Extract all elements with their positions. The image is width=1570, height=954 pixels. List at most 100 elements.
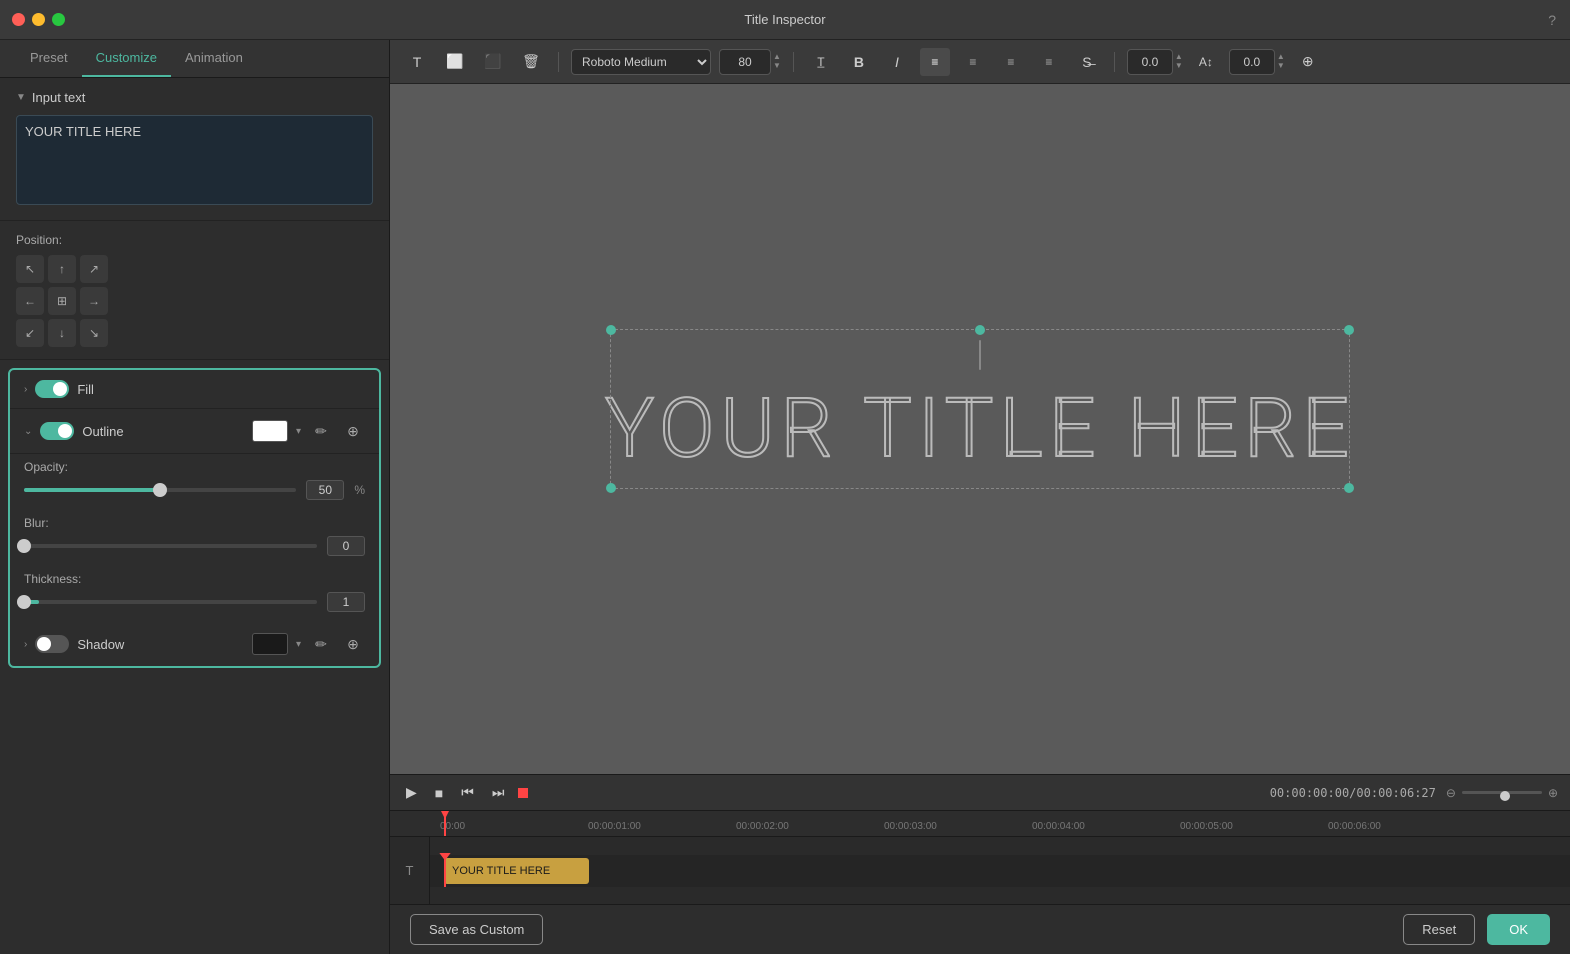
minimize-button[interactable] <box>32 13 45 26</box>
shadow-add-icon[interactable]: ⊕ <box>341 632 365 656</box>
bottom-right-buttons: Reset OK <box>1403 914 1550 945</box>
tab-customize[interactable]: Customize <box>82 40 171 77</box>
handle-top-center[interactable] <box>975 325 985 335</box>
outline-chevron[interactable]: ⌄ <box>24 426 32 437</box>
align-center-button[interactable]: ≡ <box>958 48 988 76</box>
main-layout: Preset Customize Animation ▼ Input text … <box>0 40 1570 954</box>
zoom-in-icon[interactable]: ⊕ <box>1548 786 1558 800</box>
position-section: Position: ↖ ↑ ↗ ← ⊞ → ↙ ↓ ↘ <box>0 221 389 360</box>
maximize-button[interactable] <box>52 13 65 26</box>
align-justify-button[interactable]: ≡ <box>1034 48 1064 76</box>
save-as-custom-button[interactable]: Save as Custom <box>410 914 543 945</box>
fill-chevron[interactable]: › <box>24 384 27 395</box>
toolbar: T ⬜ ⬛ 🗑 Roboto Medium Roboto Light Robot… <box>390 40 1570 84</box>
timeline-ruler: 00:00 00:00:01:00 00:00:02:00 00:00:03:0… <box>390 811 1570 837</box>
style-section: › Fill ⌄ Outline ▾ ✏ ⊕ Opacity: <box>8 368 381 668</box>
align-right-button[interactable]: ≡ <box>996 48 1026 76</box>
pos-top-center[interactable]: ↑ <box>48 255 76 283</box>
close-button[interactable] <box>12 13 25 26</box>
pos-bottom-center[interactable]: ↓ <box>48 319 76 347</box>
canvas-title-text[interactable]: YOUR TITLE HERE <box>605 381 1355 477</box>
text-tool-button[interactable]: T <box>402 48 432 76</box>
pos-middle-left[interactable]: ← <box>16 287 44 315</box>
window-controls <box>12 13 65 26</box>
strikethrough-button[interactable]: S̶ <box>1072 48 1102 76</box>
bold-button[interactable]: B <box>844 48 874 76</box>
text-style-button[interactable]: T̲ <box>806 48 836 76</box>
delete-tool-button[interactable]: 🗑 <box>516 48 546 76</box>
title-text-input[interactable]: YOUR TITLE HERE <box>16 115 373 205</box>
fill-toggle[interactable] <box>35 380 69 398</box>
blur-value-input[interactable] <box>327 536 365 556</box>
timeline: ▶ ■ ⏮ ⏭ 00:00:00:00/00:00:06:27 ⊖ ⊕ <box>390 774 1570 904</box>
italic-button[interactable]: I <box>882 48 912 76</box>
outline-color-swatch[interactable] <box>252 420 288 442</box>
shadow-color-dropdown[interactable]: ▾ <box>296 639 301 650</box>
handle-top-left[interactable] <box>606 325 616 335</box>
thickness-control <box>24 592 365 612</box>
opacity-unit: % <box>354 483 365 497</box>
rect-tool-button[interactable]: ⬜ <box>440 48 470 76</box>
position-label: Position: <box>16 233 373 247</box>
shadow-toggle[interactable] <box>35 635 69 653</box>
zoom-out-icon[interactable]: ⊖ <box>1446 786 1456 800</box>
tab-animation[interactable]: Animation <box>171 40 257 77</box>
pos-middle-center[interactable]: ⊞ <box>48 287 76 315</box>
crop-tool-button[interactable]: ⬛ <box>478 48 508 76</box>
reset-button[interactable]: Reset <box>1403 914 1475 945</box>
pos-middle-right[interactable]: → <box>80 287 108 315</box>
outline-add-icon[interactable]: ⊕ <box>341 419 365 443</box>
handle-bottom-right[interactable] <box>1344 483 1354 493</box>
outline-color-dropdown[interactable]: ▾ <box>296 426 301 437</box>
more-options-button[interactable]: ⊕ <box>1293 48 1323 76</box>
input-text-section: ▼ Input text YOUR TITLE HERE <box>0 78 389 221</box>
shadow-eyedropper-icon[interactable]: ✏ <box>309 632 333 656</box>
shadow-chevron[interactable]: › <box>24 639 27 650</box>
play-button[interactable]: ▶ <box>402 780 421 805</box>
ok-button[interactable]: OK <box>1487 914 1550 945</box>
outline-toggle[interactable] <box>40 422 74 440</box>
blur-row: Blur: <box>10 510 379 566</box>
handle-top-right[interactable] <box>1344 325 1354 335</box>
leading-stepper[interactable]: ▲ ▼ <box>1277 53 1285 70</box>
ruler-mark-0: 00:00 <box>440 821 588 832</box>
handle-bottom-left[interactable] <box>606 483 616 493</box>
blur-control <box>24 536 365 556</box>
tracking-input[interactable] <box>1127 49 1173 75</box>
shadow-color-swatch[interactable] <box>252 633 288 655</box>
outline-row: ⌄ Outline ▾ ✏ ⊕ <box>10 409 379 454</box>
track-lane: YOUR TITLE HERE <box>430 855 1570 887</box>
prev-frame-button[interactable]: ⏮ <box>457 780 478 805</box>
thickness-track[interactable] <box>24 600 317 604</box>
blur-track[interactable] <box>24 544 317 548</box>
font-size-stepper[interactable]: ▲ ▼ <box>773 53 781 70</box>
outline-eyedropper-icon[interactable]: ✏ <box>309 419 333 443</box>
pos-bottom-right[interactable]: ↘ <box>80 319 108 347</box>
toolbar-divider-1 <box>558 52 559 72</box>
left-panel: Preset Customize Animation ▼ Input text … <box>0 40 390 954</box>
font-size-input[interactable] <box>719 49 771 75</box>
pos-top-right[interactable]: ↗ <box>80 255 108 283</box>
text-height-button[interactable]: A↕ <box>1191 48 1221 76</box>
timeline-clip[interactable]: YOUR TITLE HERE <box>444 858 589 884</box>
loop-button[interactable]: ⏭ <box>488 780 509 805</box>
thickness-label: Thickness: <box>24 572 365 586</box>
tracking-stepper[interactable]: ▲ ▼ <box>1175 53 1183 70</box>
pos-top-left[interactable]: ↖ <box>16 255 44 283</box>
titlebar: Title Inspector ? <box>0 0 1570 40</box>
input-text-title: Input text <box>32 90 85 105</box>
leading-input[interactable] <box>1229 49 1275 75</box>
help-icon[interactable]: ? <box>1548 12 1556 28</box>
pos-bottom-left[interactable]: ↙ <box>16 319 44 347</box>
input-text-header[interactable]: ▼ Input text <box>16 90 373 105</box>
fill-label: Fill <box>77 382 365 397</box>
stop-button[interactable]: ■ <box>431 781 447 805</box>
align-left-button[interactable]: ≡ <box>920 48 950 76</box>
canvas-area: YOUR TITLE HERE <box>390 84 1570 774</box>
opacity-value-input[interactable] <box>306 480 344 500</box>
thickness-value-input[interactable] <box>327 592 365 612</box>
font-select[interactable]: Roboto Medium Roboto Light Roboto Bold <box>571 49 711 75</box>
opacity-track[interactable] <box>24 488 296 492</box>
tab-preset[interactable]: Preset <box>16 40 82 77</box>
zoom-track[interactable] <box>1462 791 1542 794</box>
